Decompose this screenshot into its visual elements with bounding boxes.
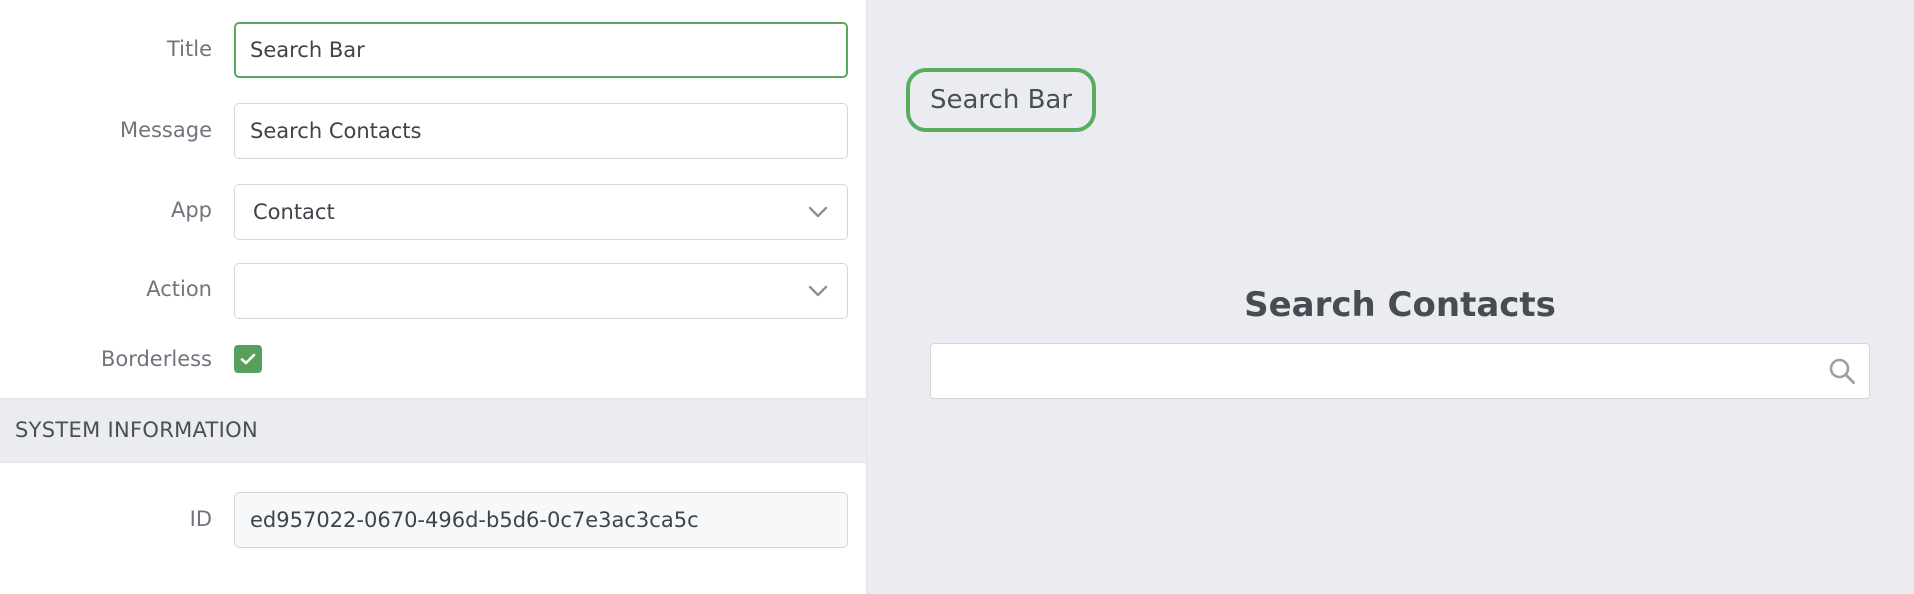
chevron-down-icon xyxy=(808,285,828,297)
preview-message-title: Search Contacts xyxy=(1244,285,1556,325)
action-label: Action xyxy=(146,277,212,301)
app-select-value: Contact xyxy=(253,200,335,224)
checkmark-icon xyxy=(240,353,256,365)
component-badge[interactable]: Search Bar xyxy=(906,68,1097,132)
borderless-checkbox[interactable] xyxy=(234,345,262,373)
title-label: Title xyxy=(166,37,212,61)
id-field[interactable]: ed957022-0670-496d-b5d6-0c7e3ac3ca5c xyxy=(234,492,848,548)
search-icon[interactable] xyxy=(1827,356,1857,386)
section-title: SYSTEM INFORMATION xyxy=(15,418,258,442)
message-input-value: Search Contacts xyxy=(250,119,422,143)
id-label: ID xyxy=(189,507,212,531)
title-input-value: Search Bar xyxy=(250,38,365,62)
app-select[interactable]: Contact xyxy=(234,184,848,240)
borderless-label: Borderless xyxy=(100,347,212,371)
chevron-down-icon xyxy=(808,206,828,218)
message-label: Message xyxy=(119,118,212,142)
properties-panel: Title Search Bar Message Search Contacts… xyxy=(0,0,866,594)
app-label: App xyxy=(170,198,212,222)
system-information-section: SYSTEM INFORMATION xyxy=(0,398,866,463)
action-select[interactable] xyxy=(234,263,848,319)
title-input[interactable]: Search Bar xyxy=(234,22,848,78)
id-field-value: ed957022-0670-496d-b5d6-0c7e3ac3ca5c xyxy=(250,508,699,532)
preview-search-bar[interactable] xyxy=(930,343,1870,399)
message-input[interactable]: Search Contacts xyxy=(234,103,848,159)
